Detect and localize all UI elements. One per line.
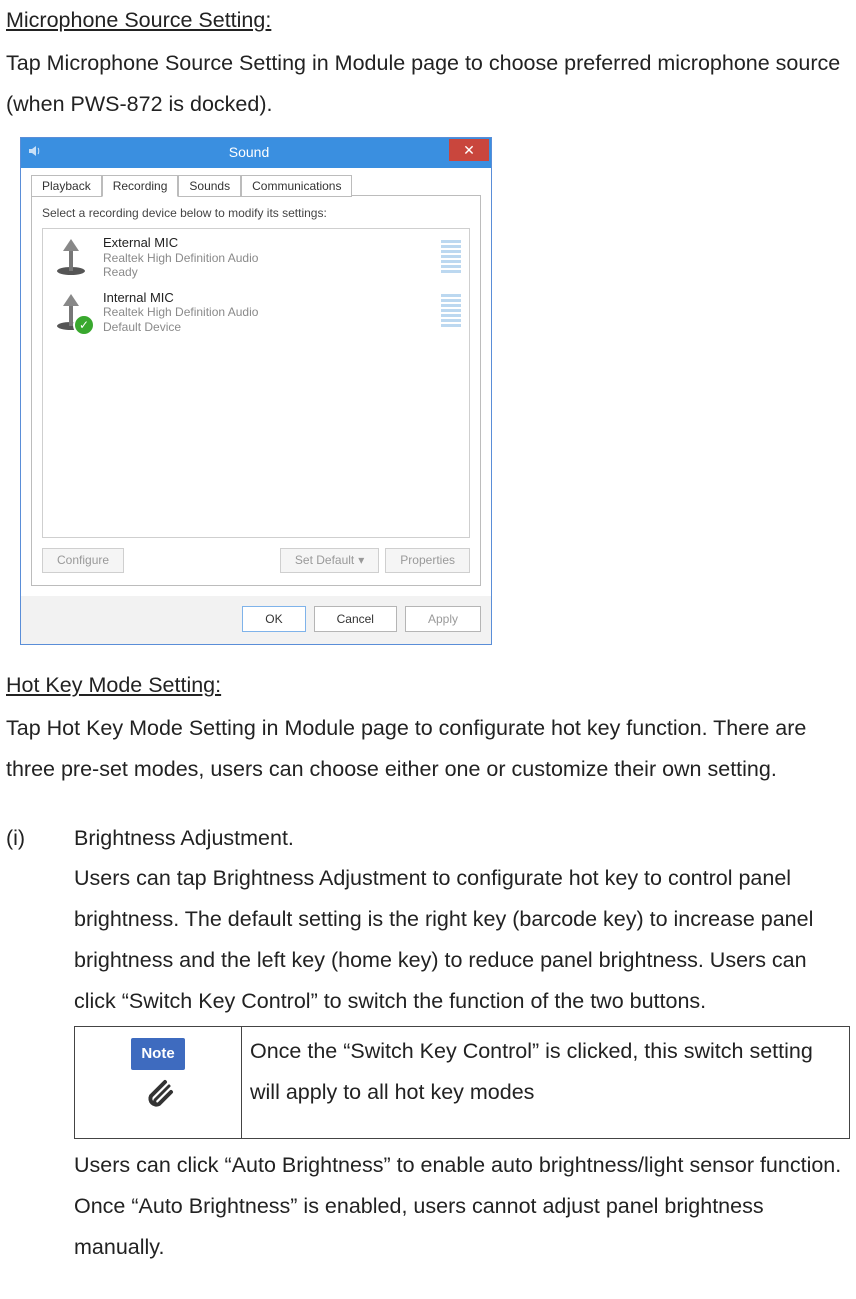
chevron-down-icon: ▾ <box>358 553 364 567</box>
check-icon: ✓ <box>73 314 95 336</box>
properties-button[interactable]: Properties <box>385 548 470 572</box>
device-driver: Realtek High Definition Audio <box>103 251 431 265</box>
level-meter <box>441 240 461 275</box>
ok-button[interactable]: OK <box>242 606 305 632</box>
set-default-button[interactable]: Set Default ▾ <box>280 548 379 572</box>
tab-panel-recording: Select a recording device below to modif… <box>31 195 481 586</box>
tab-sounds[interactable]: Sounds <box>178 175 241 197</box>
device-driver: Realtek High Definition Audio <box>103 305 431 319</box>
recording-hint: Select a recording device below to modif… <box>42 206 470 220</box>
configure-button[interactable]: Configure <box>42 548 124 572</box>
device-status: Default Device <box>103 320 431 334</box>
set-default-label: Set Default <box>295 553 354 567</box>
tab-strip: Playback Recording Sounds Communications <box>31 174 481 196</box>
microphone-icon <box>49 235 93 279</box>
paragraph-hotkey-mode: Tap Hot Key Mode Setting in Module page … <box>6 708 850 790</box>
paragraph-brightness-2: Users can click “Auto Brightness” to ena… <box>74 1145 850 1268</box>
device-item-internal-mic[interactable]: ✓ Internal MIC Realtek High Definition A… <box>45 288 467 342</box>
heading-microphone-source: Microphone Source Setting: <box>6 0 271 41</box>
device-item-external-mic[interactable]: External MIC Realtek High Definition Aud… <box>45 233 467 287</box>
cancel-button[interactable]: Cancel <box>314 606 397 632</box>
device-name: Internal MIC <box>103 290 431 306</box>
level-meter <box>441 294 461 329</box>
paragraph-microphone-source: Tap Microphone Source Setting in Module … <box>6 43 850 125</box>
item-title-brightness: Brightness Adjustment. <box>74 818 850 859</box>
tab-playback[interactable]: Playback <box>31 175 102 197</box>
note-badge: Note <box>131 1038 184 1071</box>
apply-button[interactable]: Apply <box>405 606 481 632</box>
sound-dialog-title: Sound <box>49 144 449 161</box>
note-table: Note Once the “Switch Key Control” is cl… <box>74 1026 850 1140</box>
tab-recording[interactable]: Recording <box>102 175 179 197</box>
sound-dialog-titlebar: Sound ✕ <box>21 138 491 168</box>
paragraph-brightness-1: Users can tap Brightness Adjustment to c… <box>74 858 850 1021</box>
close-button[interactable]: ✕ <box>449 139 489 161</box>
paperclip-icon <box>135 1072 181 1118</box>
sound-dialog: Sound ✕ Playback Recording Sounds Commun… <box>20 137 492 646</box>
speaker-icon <box>21 143 49 162</box>
device-list[interactable]: External MIC Realtek High Definition Aud… <box>42 228 470 538</box>
heading-hotkey-mode: Hot Key Mode Setting: <box>6 665 221 706</box>
list-marker-i: (i) <box>6 818 74 1268</box>
note-text: Once the “Switch Key Control” is clicked… <box>242 1026 850 1139</box>
tab-communications[interactable]: Communications <box>241 175 352 197</box>
device-status: Ready <box>103 265 431 279</box>
device-name: External MIC <box>103 235 431 251</box>
microphone-icon: ✓ <box>49 290 93 334</box>
